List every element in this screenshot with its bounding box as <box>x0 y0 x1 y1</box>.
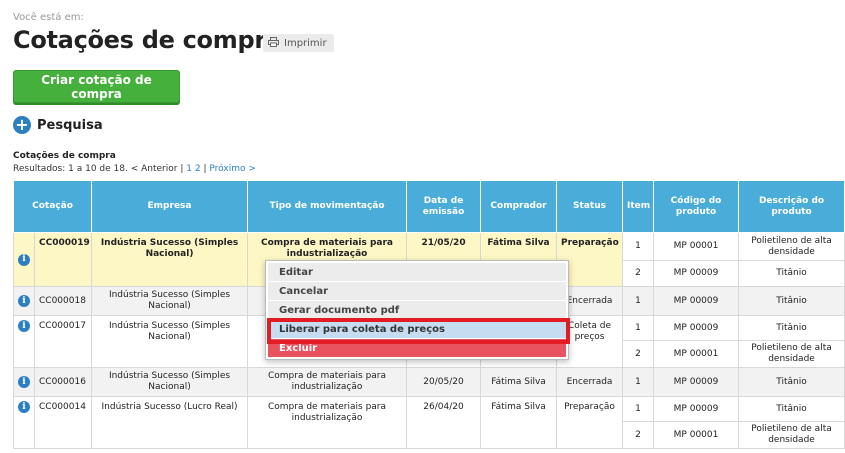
descricao-cell: Titânio <box>738 286 845 316</box>
column-header-tipo[interactable]: Tipo de movimentação <box>247 180 408 233</box>
cotacao-cell[interactable]: CC000017 <box>33 315 93 368</box>
search-toggle[interactable]: + Pesquisa <box>13 116 103 134</box>
descricao-cell: Polietileno de alta densidade <box>738 421 845 449</box>
info-cell: i <box>13 396 35 449</box>
column-header-cotacao[interactable]: Cotação <box>12 180 93 233</box>
cotacao-cell[interactable]: CC000014 <box>33 396 93 449</box>
results-summary: Resultados: 1 a 10 de 18. <box>13 164 128 174</box>
empresa-cell: Indústria Sucesso (Simples Nacional) <box>91 315 249 368</box>
create-quotation-button[interactable]: Criar cotação de compra <box>13 70 180 103</box>
data-cell: 26/04/20 <box>406 396 482 449</box>
pagination-separator: | <box>203 164 207 174</box>
item-cell: 1 <box>622 232 655 261</box>
info-cell: i <box>13 367 35 397</box>
descricao-cell: Polietileno de alta densidade <box>738 232 845 261</box>
empresa-cell: Indústria Sucesso (Simples Nacional) <box>91 232 249 287</box>
menu-item-editar[interactable]: Editar <box>268 263 566 281</box>
info-icon[interactable]: i <box>18 401 30 413</box>
page-1-link[interactable]: 1 <box>186 164 192 174</box>
status-cell: Encerrada <box>556 367 624 397</box>
descricao-cell: Polietileno de alta densidade <box>738 340 845 368</box>
column-header-empresa[interactable]: Empresa <box>91 180 249 233</box>
column-header-descricao[interactable]: Descrição do produto <box>738 180 845 233</box>
tipo-cell: Compra de materiais para industrializaçã… <box>247 367 408 397</box>
column-header-comprador[interactable]: Comprador <box>480 180 558 233</box>
comprador-cell: Fátima Silva <box>480 396 558 449</box>
info-cell: i <box>13 232 35 287</box>
column-header-codigo[interactable]: Código do produto <box>653 180 740 233</box>
menu-item-gerar-pdf[interactable]: Gerar documento pdf <box>268 301 566 319</box>
breadcrumb: Você está em: <box>13 12 84 23</box>
search-label: Pesquisa <box>37 117 103 133</box>
info-cell: i <box>13 315 35 368</box>
descricao-cell: Titânio <box>738 367 845 397</box>
table-caption: Cotações de compra <box>13 151 116 161</box>
plus-circle-icon: + <box>13 116 31 134</box>
codigo-cell: MP 00009 <box>653 315 740 341</box>
column-header-item[interactable]: Item <box>622 180 655 233</box>
codigo-cell: MP 00009 <box>653 396 740 422</box>
info-icon[interactable]: i <box>18 376 30 388</box>
cotacao-cell[interactable]: CC000018 <box>33 286 93 316</box>
codigo-cell: MP 00009 <box>653 286 740 316</box>
codigo-cell: MP 00009 <box>653 367 740 397</box>
empresa-cell: Indústria Sucesso (Simples Nacional) <box>91 286 249 316</box>
info-icon[interactable]: i <box>18 320 30 332</box>
codigo-cell: MP 00001 <box>653 340 740 368</box>
table-row[interactable]: i CC000014 Indústria Sucesso (Lucro Real… <box>13 396 845 449</box>
item-cell: 2 <box>622 260 655 287</box>
empresa-cell: Indústria Sucesso (Simples Nacional) <box>91 367 249 397</box>
info-cell: i <box>13 286 35 316</box>
column-header-status[interactable]: Status <box>556 180 624 233</box>
item-cell: 1 <box>622 286 655 316</box>
cotacao-cell[interactable]: CC000016 <box>33 367 93 397</box>
pagination-separator: | <box>180 164 184 174</box>
item-cell: 1 <box>622 396 655 422</box>
descricao-cell: Titânio <box>738 315 845 341</box>
info-icon[interactable]: i <box>18 295 30 307</box>
previous-page-link[interactable]: < Anterior <box>131 164 178 174</box>
codigo-cell: MP 00001 <box>653 232 740 261</box>
page-title: Cotações de compra <box>13 26 282 54</box>
comprador-cell: Fátima Silva <box>480 367 558 397</box>
page-2-link[interactable]: 2 <box>195 164 201 174</box>
codigo-cell: MP 00009 <box>653 260 740 287</box>
item-cell: 2 <box>622 421 655 449</box>
table-header-row: Cotação Empresa Tipo de movimentação Dat… <box>12 180 845 233</box>
row-context-menu: Editar Cancelar Gerar documento pdf Libe… <box>265 260 569 360</box>
table-row[interactable]: i CC000016 Indústria Sucesso (Simples Na… <box>13 367 845 397</box>
column-header-data[interactable]: Data de emissão <box>406 180 482 233</box>
item-cell: 2 <box>622 340 655 368</box>
item-cell: 1 <box>622 367 655 397</box>
data-cell: 20/05/20 <box>406 367 482 397</box>
empresa-cell: Indústria Sucesso (Lucro Real) <box>91 396 249 449</box>
info-icon[interactable]: i <box>18 253 30 266</box>
results-pagination: Resultados: 1 a 10 de 18. < Anterior | 1… <box>13 164 256 174</box>
codigo-cell: MP 00001 <box>653 421 740 449</box>
menu-item-cancelar[interactable]: Cancelar <box>268 282 566 300</box>
table-row[interactable]: i CC000019 Indústria Sucesso (Simples Na… <box>13 232 845 287</box>
descricao-cell: Titânio <box>738 260 845 287</box>
status-cell: Preparação <box>556 396 624 449</box>
tipo-cell: Compra de materiais para industrializaçã… <box>247 396 408 449</box>
item-cell: 1 <box>622 315 655 341</box>
menu-item-excluir[interactable]: Excluir <box>268 339 566 357</box>
print-label: Imprimir <box>284 37 327 49</box>
descricao-cell: Titânio <box>738 396 845 422</box>
print-button[interactable]: Imprimir <box>263 34 334 52</box>
next-page-link[interactable]: Próximo > <box>209 164 256 174</box>
menu-item-liberar-coleta[interactable]: Liberar para coleta de preços <box>268 320 566 338</box>
printer-icon <box>268 36 279 50</box>
cotacao-cell[interactable]: CC000019 <box>33 232 93 287</box>
